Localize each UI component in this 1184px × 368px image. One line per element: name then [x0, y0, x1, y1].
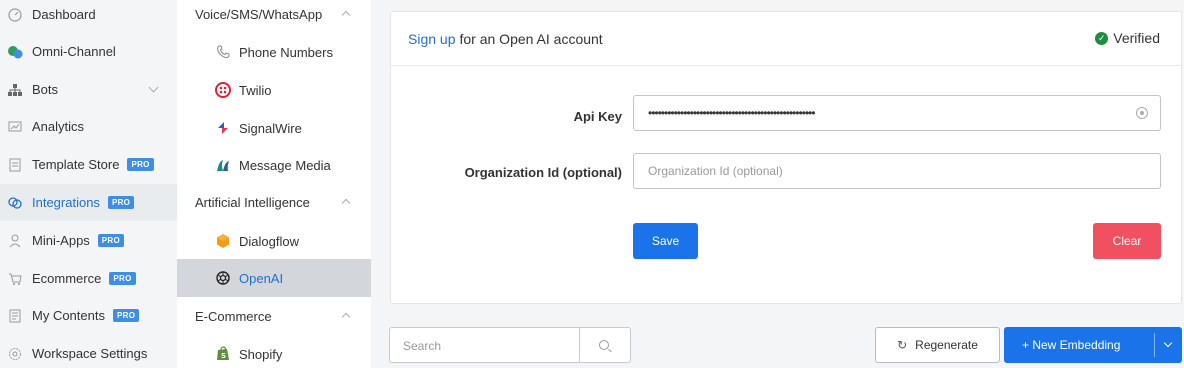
api-key-label: Api Key [391, 109, 622, 124]
nav-label: Omni-Channel [32, 44, 116, 59]
sub-item-dialogflow[interactable]: Dialogflow [177, 222, 371, 260]
nav-item-mini-apps[interactable]: Mini-Apps PRO [0, 222, 177, 259]
nav-item-bots[interactable]: Bots [0, 71, 177, 108]
organization-id-placeholder: Organization Id (optional) [648, 164, 783, 178]
sub-item-label: Twilio [239, 83, 272, 98]
organization-id-input[interactable]: Organization Id (optional) [633, 153, 1161, 189]
sub-item-label: Phone Numbers [239, 45, 333, 60]
dialogflow-icon [213, 231, 233, 251]
nav-label: Workspace Settings [32, 346, 147, 361]
signup-text: for an Open AI account [459, 31, 602, 47]
check-circle-icon: ✓ [1095, 32, 1108, 45]
openai-icon [213, 268, 233, 288]
nav-item-my-contents[interactable]: My Contents PRO [0, 297, 177, 334]
api-key-input[interactable]: ••••••••••••••••••••••••••••••••••••••••… [633, 95, 1161, 131]
phone-icon [213, 42, 233, 62]
group-label: E-Commerce [195, 309, 272, 324]
refresh-icon: ↻ [897, 338, 907, 352]
message-media-icon [213, 155, 233, 175]
bots-hierarchy-icon [6, 81, 24, 99]
chevron-down-icon[interactable] [1164, 339, 1172, 347]
sub-item-openai[interactable]: OpenAI [177, 259, 371, 297]
svg-text:S: S [221, 352, 226, 360]
clear-button[interactable]: Clear [1093, 223, 1161, 259]
nav-item-omni-channel[interactable]: Omni-Channel [0, 33, 177, 70]
search-box[interactable]: Search [389, 327, 631, 363]
eye-icon[interactable] [1136, 107, 1148, 119]
pro-badge: PRO [127, 158, 153, 171]
template-store-icon [6, 156, 24, 174]
sub-item-label: Dialogflow [239, 234, 299, 249]
mini-apps-icon [6, 232, 24, 250]
contents-icon [6, 307, 24, 325]
group-voice-sms-whatsapp[interactable]: Voice/SMS/WhatsApp [177, 0, 371, 33]
card-header: Sign up for an Open AI account ✓ Verifie… [391, 12, 1181, 66]
left-nav: Dashboard Omni-Channel Bots Analytics Te… [0, 0, 177, 368]
sub-item-shopify[interactable]: S Shopify [177, 335, 371, 368]
verified-label: Verified [1113, 30, 1160, 46]
nav-label: Mini-Apps [32, 233, 90, 248]
split-divider [1154, 333, 1155, 357]
nav-label: My Contents [32, 308, 105, 323]
cart-icon [6, 270, 24, 288]
chevron-up-icon[interactable] [342, 313, 350, 321]
nav-label: Ecommerce [32, 271, 101, 286]
sub-item-message-media[interactable]: Message Media [177, 146, 371, 184]
chevron-up-icon[interactable] [342, 199, 350, 207]
group-label: Artificial Intelligence [195, 195, 310, 210]
new-embedding-label: + New Embedding [1022, 338, 1120, 352]
nav-item-workspace-settings[interactable]: Workspace Settings [0, 335, 177, 368]
sub-item-label: Shopify [239, 347, 282, 362]
pro-badge: PRO [108, 196, 134, 209]
twilio-icon [213, 80, 233, 100]
pro-badge: PRO [109, 272, 135, 285]
chat-bubbles-icon [6, 43, 24, 61]
new-embedding-button[interactable]: + New Embedding [1004, 327, 1182, 363]
search-input[interactable]: Search [403, 339, 441, 353]
nav-label: Bots [32, 82, 58, 97]
pro-badge: PRO [113, 309, 139, 322]
regenerate-label: Regenerate [915, 338, 978, 352]
organization-id-label: Organization Id (optional) [391, 165, 622, 180]
nav-label: Analytics [32, 119, 84, 134]
sub-item-twilio[interactable]: Twilio [177, 71, 371, 109]
settings-gear-icon [6, 345, 24, 363]
group-label: Voice/SMS/WhatsApp [195, 7, 322, 22]
integrations-icon [6, 194, 24, 212]
search-icon[interactable] [599, 340, 609, 350]
nav-item-analytics[interactable]: Analytics [0, 108, 177, 145]
sub-item-label: SignalWire [239, 121, 302, 136]
nav-item-integrations[interactable]: Integrations PRO [0, 184, 177, 221]
save-button[interactable]: Save [633, 223, 698, 259]
signalwire-icon [213, 118, 233, 138]
nav-item-template-store[interactable]: Template Store PRO [0, 146, 177, 183]
verified-status: ✓ Verified [1095, 30, 1160, 46]
openai-settings-card: Sign up for an Open AI account ✓ Verifie… [390, 11, 1182, 304]
sub-item-signalwire[interactable]: SignalWire [177, 109, 371, 147]
analytics-icon [6, 118, 24, 136]
nav-label: Dashboard [32, 7, 96, 22]
integrations-submenu: Voice/SMS/WhatsApp Phone Numbers Twilio … [177, 0, 371, 368]
chevron-down-icon[interactable] [149, 83, 159, 93]
nav-label: Template Store [32, 157, 119, 172]
api-key-value: ••••••••••••••••••••••••••••••••••••••••… [648, 106, 814, 120]
group-artificial-intelligence[interactable]: Artificial Intelligence [177, 184, 371, 221]
signup-link[interactable]: Sign up [408, 31, 455, 47]
search-divider [579, 328, 580, 362]
dashboard-icon [6, 6, 24, 24]
nav-label: Integrations [32, 195, 100, 210]
nav-item-ecommerce[interactable]: Ecommerce PRO [0, 260, 177, 297]
pro-badge: PRO [98, 234, 124, 247]
chevron-up-icon[interactable] [342, 11, 350, 19]
sub-item-label: OpenAI [239, 271, 283, 286]
group-e-commerce[interactable]: E-Commerce [177, 298, 371, 335]
nav-item-dashboard[interactable]: Dashboard [0, 0, 177, 33]
sub-item-label: Message Media [239, 158, 331, 173]
sub-item-phone-numbers[interactable]: Phone Numbers [177, 33, 371, 71]
regenerate-button[interactable]: ↻ Regenerate [875, 327, 1000, 363]
shopify-icon: S [213, 344, 233, 364]
